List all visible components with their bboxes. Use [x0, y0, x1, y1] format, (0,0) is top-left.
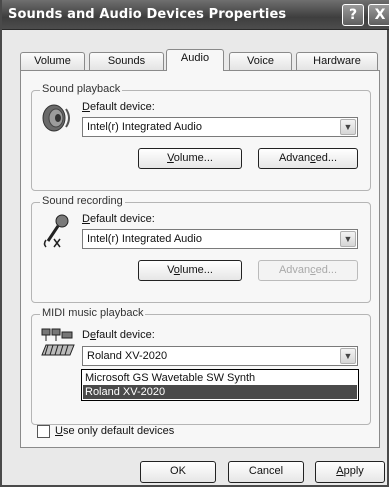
midi-device-dropdown-list[interactable]: Microsoft GS Wavetable SW Synth Roland X… [81, 369, 359, 401]
sound-playback-group: Sound playback Default device: Intel(r) … [31, 83, 371, 191]
playback-volume-button[interactable]: Volume... [138, 148, 242, 169]
recording-volume-button[interactable]: Volume... [138, 260, 242, 281]
tab-hardware[interactable]: Hardware [296, 52, 378, 70]
group-label: Sound recording [40, 195, 125, 207]
tab-strip: Volume Sounds Audio Voice Hardware [20, 40, 380, 71]
recording-device-select[interactable]: Intel(r) Integrated Audio ▼ [82, 229, 358, 249]
group-label: MIDI music playback [40, 307, 146, 319]
selected-value: Intel(r) Integrated Audio [87, 233, 202, 245]
window-title: Sounds and Audio Devices Properties [8, 7, 287, 22]
default-device-label: Default device: [82, 329, 155, 341]
default-device-label: Default device: [82, 213, 155, 225]
default-device-label: Default device: [82, 101, 155, 113]
tab-volume[interactable]: Volume [20, 52, 85, 70]
properties-dialog: Sounds and Audio Devices Properties ? X … [0, 0, 389, 487]
playback-device-select[interactable]: Intel(r) Integrated Audio ▼ [82, 117, 358, 137]
cancel-button[interactable]: Cancel [228, 461, 304, 483]
group-label: Sound playback [40, 83, 123, 95]
use-default-devices-checkbox[interactable] [37, 425, 50, 438]
speaker-icon [42, 104, 70, 132]
chevron-down-icon[interactable]: ▼ [340, 348, 356, 364]
chevron-down-icon[interactable]: ▼ [340, 119, 356, 135]
ok-button[interactable]: OK [140, 461, 216, 483]
chevron-down-icon[interactable]: ▼ [340, 231, 356, 247]
midi-device-select[interactable]: Roland XV-2020 ▼ [82, 346, 358, 366]
tab-sounds[interactable]: Sounds [89, 52, 164, 70]
use-default-devices-label[interactable]: Use only default devices [55, 425, 174, 437]
recording-advanced-button: Advanced... [258, 260, 358, 281]
audio-tab-panel: Sound playback Default device: Intel(r) … [20, 70, 380, 448]
selected-value: Intel(r) Integrated Audio [87, 121, 202, 133]
selected-value: Roland XV-2020 [87, 350, 168, 362]
midi-keyboard-icon [41, 328, 75, 356]
tab-voice[interactable]: Voice [229, 52, 292, 70]
title-bar[interactable]: Sounds and Audio Devices Properties ? X [2, 0, 389, 30]
apply-button[interactable]: Apply [315, 461, 385, 483]
sound-recording-group: Sound recording Default device: Intel(r)… [31, 195, 371, 303]
dropdown-option-selected[interactable]: Roland XV-2020 [83, 385, 357, 399]
tab-audio[interactable]: Audio [166, 49, 224, 71]
close-button[interactable]: X [368, 4, 389, 26]
playback-advanced-button[interactable]: Advanced... [258, 148, 358, 169]
help-button[interactable]: ? [342, 4, 364, 26]
microphone-icon [43, 214, 69, 248]
dropdown-option[interactable]: Microsoft GS Wavetable SW Synth [83, 371, 357, 385]
